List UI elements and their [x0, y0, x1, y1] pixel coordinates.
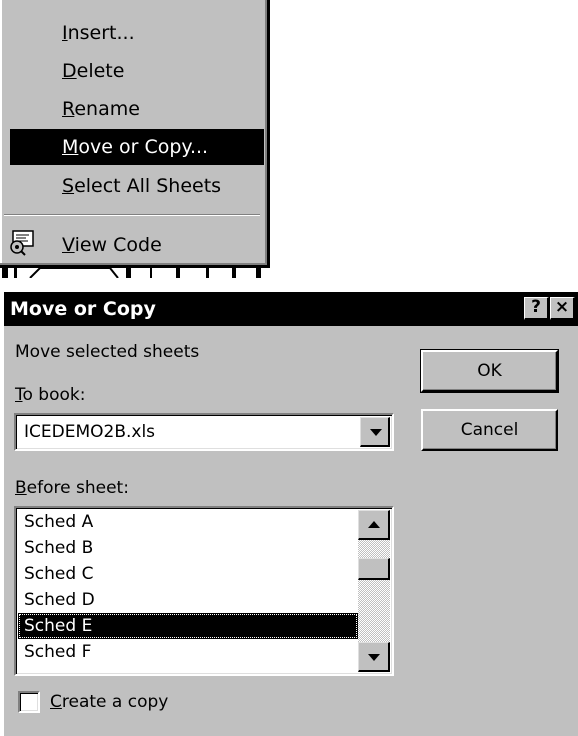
help-button[interactable]: ? [524, 297, 549, 320]
menu-item-label: elete [76, 60, 125, 82]
label-accel: B [15, 478, 27, 498]
list-item[interactable]: Sched A [18, 509, 358, 535]
menu-item-label: elect All Sheets [74, 175, 222, 197]
chevron-down-icon [368, 654, 380, 661]
list-item[interactable]: Sched C [18, 561, 358, 587]
ok-button[interactable]: OK [420, 349, 559, 393]
label-text: efore sheet: [26, 478, 129, 498]
label-text: reate a copy [61, 692, 169, 712]
close-button[interactable]: × [550, 297, 575, 320]
list-item-selected[interactable]: Sched E [18, 613, 358, 639]
menu-accel: V [62, 234, 75, 256]
label-accel: T [15, 385, 23, 405]
menu-item-label: ove or Copy... [78, 136, 209, 158]
scroll-down-button[interactable] [358, 642, 390, 672]
list-item[interactable]: Sched F [18, 639, 358, 665]
create-copy-checkbox[interactable] [18, 691, 40, 713]
dropdown-button[interactable] [360, 417, 390, 447]
label-text: o book: [22, 385, 86, 405]
to-book-dropdown[interactable]: ICEDEMO2B.xls [14, 413, 394, 451]
menu-item-label: nsert... [67, 22, 135, 44]
list-item[interactable]: Sched D [18, 587, 358, 613]
to-book-value: ICEDEMO2B.xls [24, 422, 156, 442]
dialog-titlebar[interactable]: Move or Copy ? × [4, 292, 578, 326]
menu-item-rename[interactable]: Rename [0, 91, 265, 127]
scroll-up-button[interactable] [358, 510, 390, 540]
sheet-tabs-peek [0, 268, 270, 278]
menu-item-view-code[interactable]: View Code [0, 227, 265, 263]
menu-item-select-all-sheets[interactable]: Select All Sheets [0, 168, 265, 204]
menu-accel: D [62, 60, 77, 82]
vertical-scrollbar[interactable] [358, 510, 390, 672]
menu-item-delete[interactable]: Delete [0, 53, 265, 89]
scroll-thumb[interactable] [358, 558, 390, 580]
before-sheet-list[interactable]: Sched A Sched B Sched C Sched D Sched E … [14, 506, 394, 676]
menu-separator [4, 214, 260, 216]
menu-accel: S [62, 175, 75, 197]
menu-item-label: ename [74, 98, 140, 120]
list-item[interactable]: Sched B [18, 535, 358, 561]
menu-accel: R [62, 98, 75, 120]
to-book-label: To book: [15, 384, 85, 406]
dialog-title: Move or Copy [10, 298, 156, 320]
chevron-down-icon [370, 429, 382, 436]
menu-accel: M [62, 136, 79, 158]
menu-item-move-or-copy[interactable]: Move or Copy... [10, 129, 264, 165]
before-sheet-label: Before sheet: [15, 477, 129, 499]
cancel-button[interactable]: Cancel [421, 409, 558, 451]
menu-item-label: iew Code [74, 234, 162, 256]
move-or-copy-dialog: Move or Copy ? × Move selected sheets To… [4, 292, 578, 736]
create-copy-label[interactable]: Create a copy [50, 689, 168, 715]
label-accel: C [50, 692, 62, 712]
sheet-context-menu: Insert... Delete Rename Move or Copy... … [0, 0, 270, 268]
chevron-up-icon [368, 521, 380, 528]
move-selected-sheets-label: Move selected sheets [15, 342, 200, 362]
menu-item-insert[interactable]: Insert... [0, 15, 265, 51]
